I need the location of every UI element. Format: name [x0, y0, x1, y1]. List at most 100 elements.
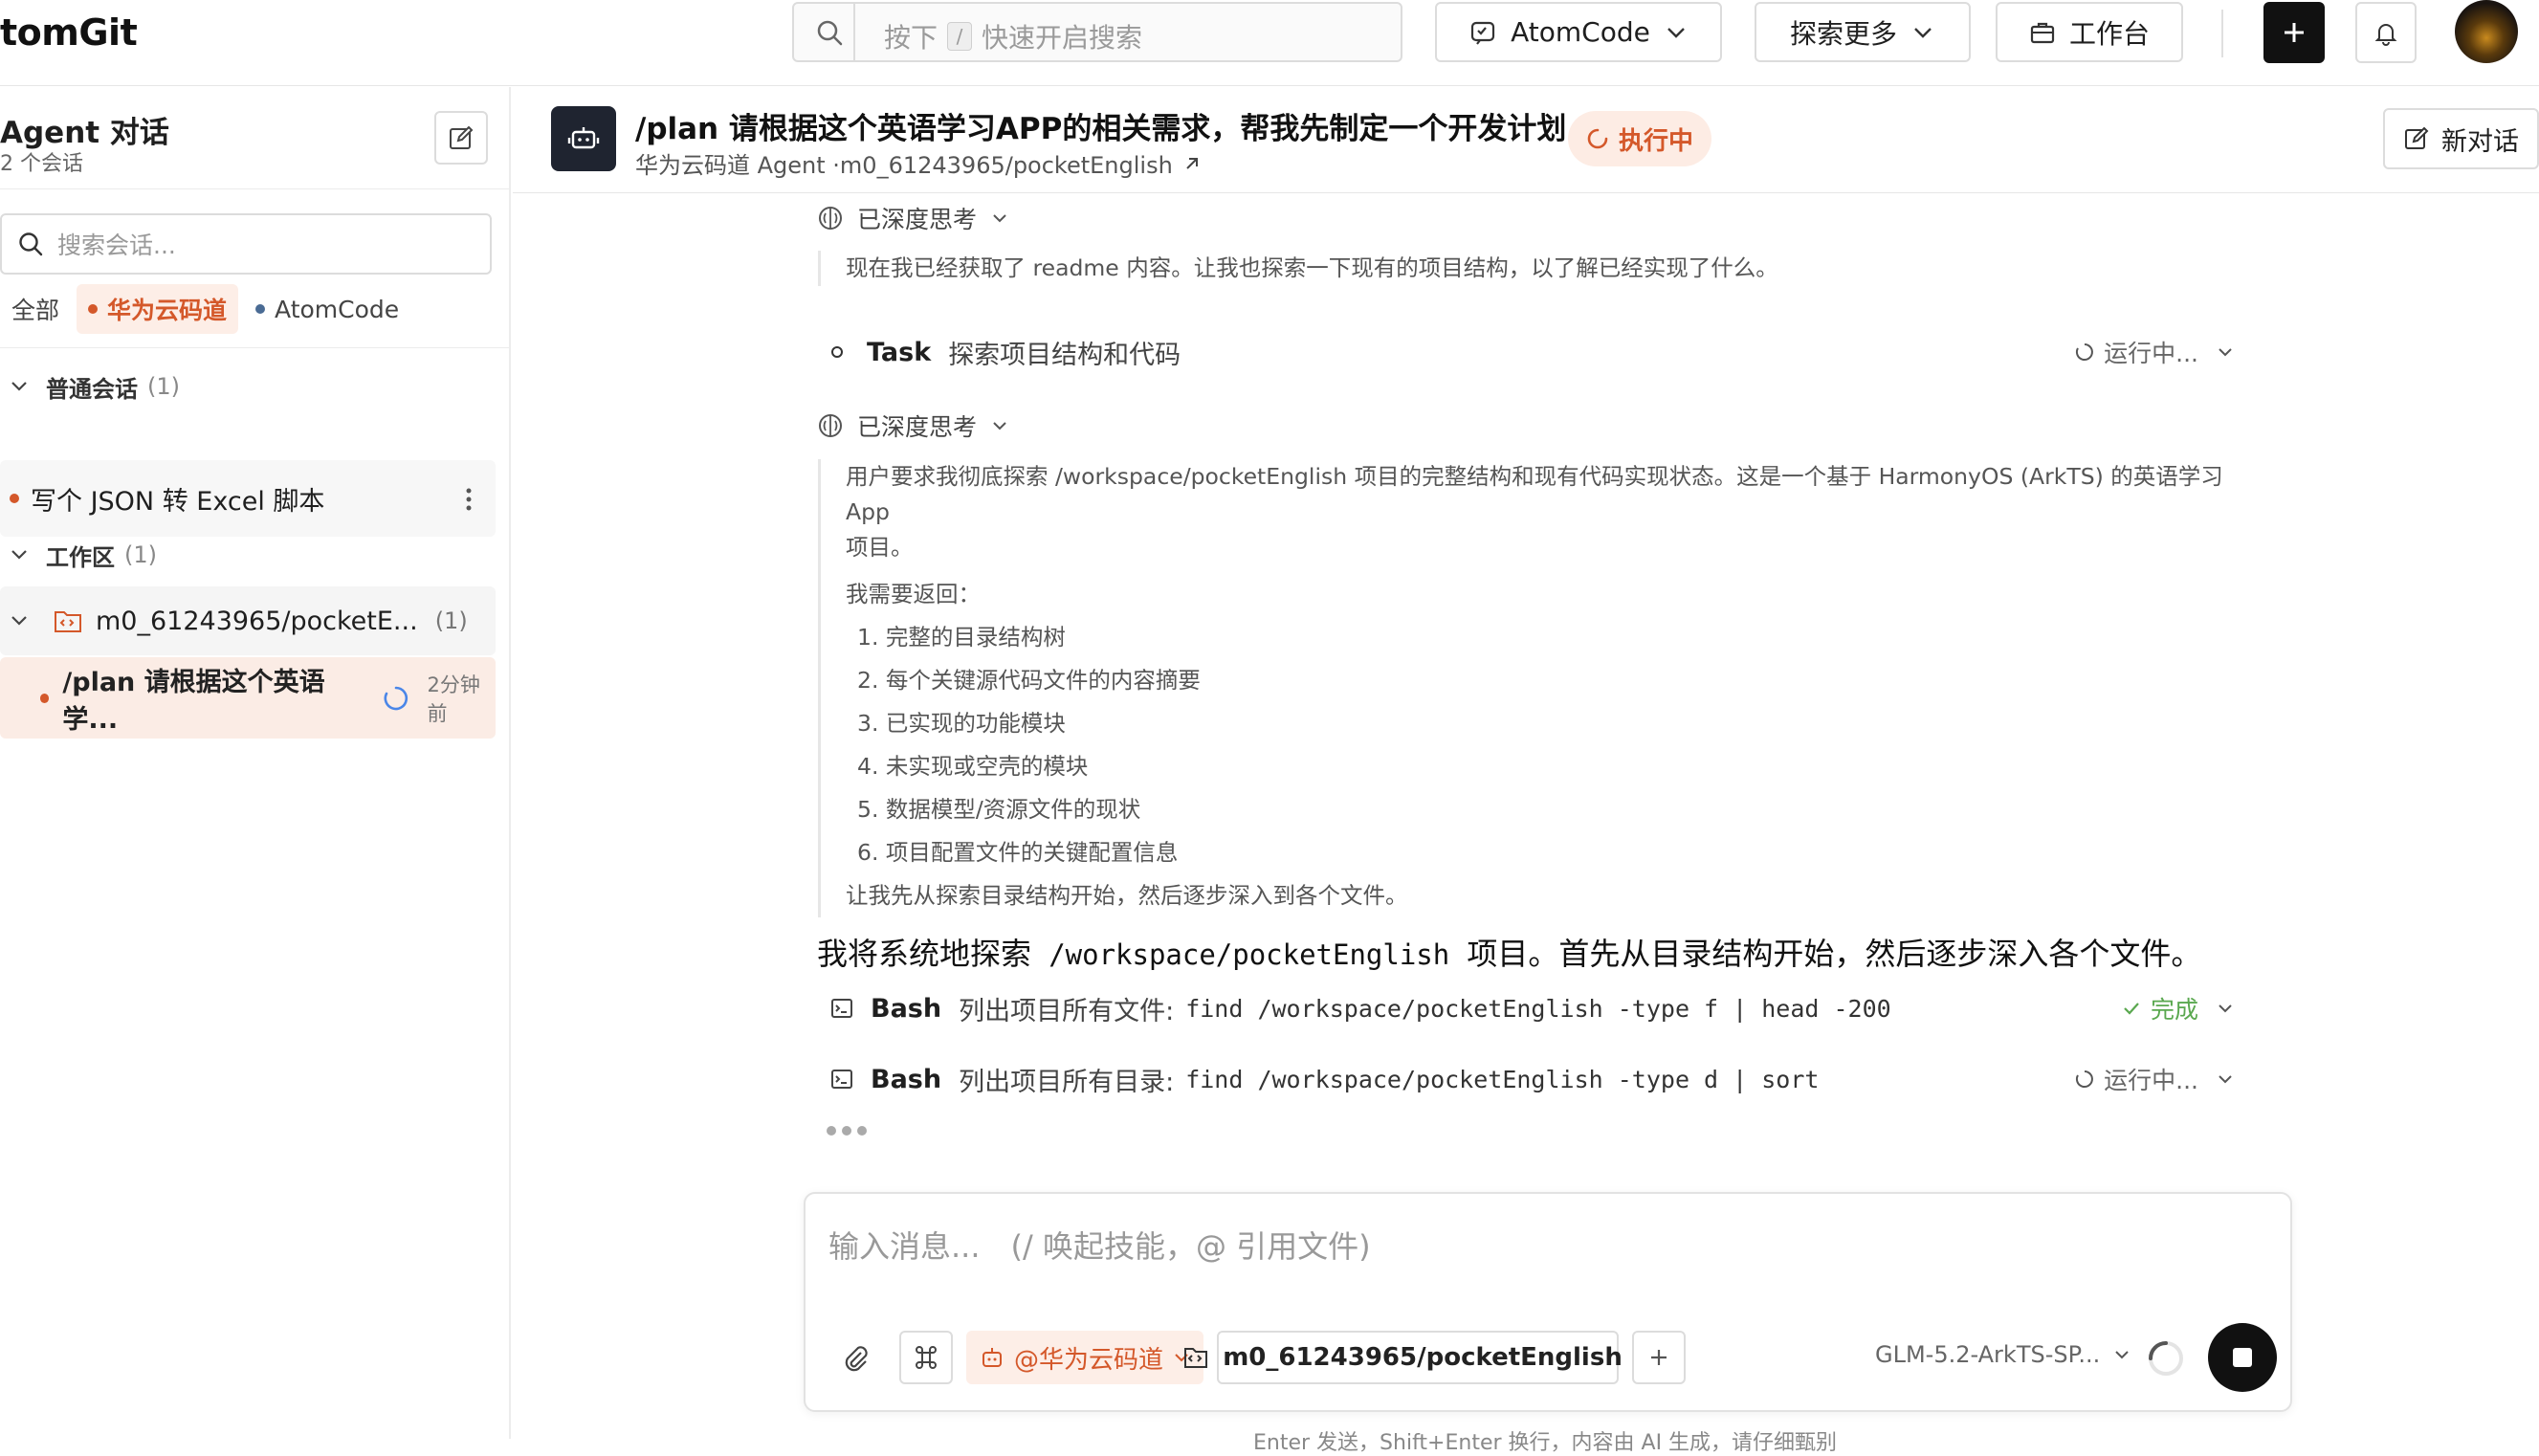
conversation-header: /plan 请根据这个英语学习APP的相关需求，帮我先制定一个开发计划 华为云码…	[513, 87, 2539, 193]
thinking-toggle[interactable]: 已深度思考	[817, 201, 1009, 235]
tool-status: 完成	[2122, 991, 2235, 1026]
loading-spinner-icon	[383, 685, 409, 712]
stop-icon	[2231, 1346, 2254, 1369]
repo-selector[interactable]: m0_61243965/pocketEnglish	[1184, 1331, 1651, 1384]
bash-item[interactable]: Bash 列出项目所有文件: find /workspace/pocketEng…	[830, 984, 2235, 1032]
robot-icon	[551, 106, 616, 171]
session-filters: 全部 华为云码道 AtomCode	[0, 284, 410, 334]
status-badge: 执行中	[1568, 111, 1711, 166]
tool-description: 列出项目所有目录:	[959, 1067, 1175, 1097]
status-dot	[10, 494, 19, 503]
conversation-title-dropdown[interactable]: /plan 请根据这个英语学习APP的相关需求，帮我先制定一个开发计划	[635, 104, 1601, 147]
status-text: 运行中...	[2104, 1067, 2198, 1094]
repo-count: (1)	[434, 607, 468, 634]
filter-atomcode[interactable]: AtomCode	[244, 284, 410, 334]
workspace-conversation-item[interactable]: /plan 请根据这个英语学... 2分钟前	[0, 657, 496, 739]
inline-code: /workspace/pocketEnglish	[1049, 938, 1450, 971]
conversation-item[interactable]: 写个 JSON 转 Excel 脚本	[0, 460, 496, 537]
briefcase-icon	[2029, 19, 2056, 46]
thinking-list-item: 2. 每个关键源代码文件的内容摘要	[857, 667, 1201, 694]
global-search[interactable]: 按下 / 快速开启搜索	[792, 2, 1402, 62]
notifications-button[interactable]	[2355, 2, 2417, 63]
conversation-subtitle[interactable]: 华为云码道 Agent ·m0_61243965/pocketEnglish	[635, 146, 1202, 180]
robot-icon	[980, 1345, 1005, 1370]
conversation-time: 2分钟前	[427, 673, 480, 725]
session-search-input[interactable]: 搜索会话...	[0, 213, 492, 275]
loading-spinner-icon	[2075, 342, 2094, 362]
explore-more-dropdown[interactable]: 探索更多	[1755, 2, 1971, 62]
chevron-down-icon	[2216, 999, 2235, 1018]
composer-hint: Enter 发送，Shift+Enter 换行，内容由 AI 生成，请仔细甄别	[1253, 1431, 1838, 1455]
thinking-list-item: 5. 数据模型/资源文件的现状	[857, 796, 1141, 823]
conversation-title: /plan 请根据这个英语学...	[62, 667, 325, 735]
status-text: 执行中	[1618, 126, 1693, 156]
subtitle-text: 华为云码道 Agent ·m0_61243965/pocketEnglish	[635, 152, 1173, 179]
thinking-list-item: 4. 未实现或空壳的模块	[857, 753, 1089, 780]
task-type: Task	[867, 337, 932, 367]
workbench-label: 工作台	[2068, 17, 2150, 50]
group-workspace[interactable]: 工作区 (1)	[0, 533, 157, 577]
create-button[interactable]	[2263, 2, 2325, 63]
tool-type: Bash	[871, 993, 942, 1024]
sidebar-divider	[0, 347, 511, 348]
status-text: 运行中...	[2104, 340, 2198, 367]
thinking-line: 用户要求我彻底探索 /workspace/pocketEnglish 项目的完整…	[846, 463, 2223, 525]
stop-button[interactable]	[2208, 1323, 2277, 1392]
terminal-icon	[830, 997, 853, 1020]
model-selector[interactable]: GLM-5.2-ArkTS-SP...	[1875, 1341, 2131, 1368]
search-icon	[17, 231, 44, 257]
paperclip-icon[interactable]	[840, 1343, 871, 1374]
chevron-down-icon	[10, 611, 29, 630]
thinking-content: 用户要求我彻底探索 /workspace/pocketEnglish 项目的完整…	[818, 459, 2253, 917]
search-divider	[853, 4, 855, 60]
edit-icon	[2403, 125, 2430, 152]
plus-icon	[2281, 19, 2307, 46]
session-count: 2 个会话	[0, 152, 83, 176]
terminal-icon	[830, 1068, 853, 1091]
search-icon	[815, 18, 844, 47]
agent-selector[interactable]: @华为云码道	[966, 1331, 1203, 1384]
atomcode-dropdown[interactable]: AtomCode	[1435, 2, 1722, 62]
atomgit-logo[interactable]: tomGit	[0, 11, 138, 54]
repo-label: m0_61243965/pocketEnglish	[1223, 1343, 1623, 1372]
assistant-message: 我将系统地探索 /workspace/pocketEnglish 项目。首先从目…	[817, 936, 2202, 972]
filter-all[interactable]: 全部	[0, 284, 71, 334]
thinking-toggle[interactable]: 已深度思考	[817, 408, 1009, 443]
thinking-line: 项目。	[846, 534, 914, 561]
message-input[interactable]: 输入消息... (/ 唤起技能，@ 引用文件)	[828, 1223, 1371, 1267]
brain-icon	[817, 412, 844, 439]
chevron-down-icon	[2216, 342, 2235, 362]
add-context-button[interactable]	[1632, 1331, 1686, 1384]
top-bar: tomGit 按下 / 快速开启搜索 AtomCode 探索更多 工作台	[0, 0, 2539, 86]
group-count: (1)	[124, 541, 157, 568]
session-search-placeholder: 搜索会话...	[57, 232, 176, 259]
group-label: 普通会话	[46, 375, 138, 403]
group-count: (1)	[147, 373, 180, 400]
tool-status: 运行中...	[2075, 1062, 2235, 1096]
tool-type: Bash	[871, 1064, 942, 1094]
filter-huawei[interactable]: 华为云码道	[77, 284, 239, 334]
page-title: /plan 请根据这个英语学习APP的相关需求，帮我先制定一个开发计划	[635, 112, 1567, 146]
workbench-button[interactable]: 工作台	[1996, 2, 2183, 62]
group-normal-sessions[interactable]: 普通会话 (1)	[0, 364, 180, 408]
new-session-button[interactable]	[434, 111, 488, 165]
typing-indicator-icon	[825, 1124, 869, 1137]
more-options-icon[interactable]	[465, 487, 473, 512]
thinking-content: 现在我已经获取了 readme 内容。让我也探索一下现有的项目结构，以了解已经实…	[818, 251, 2234, 286]
repo-icon	[1182, 1344, 1209, 1371]
status-dot	[40, 693, 50, 703]
thinking-list-item: 3. 已实现的功能模块	[857, 710, 1066, 737]
user-avatar[interactable]	[2455, 0, 2518, 63]
tool-description: 列出项目所有文件:	[959, 996, 1175, 1026]
command-button[interactable]	[899, 1331, 953, 1384]
status-text: 完成	[2150, 996, 2198, 1024]
search-placeholder: 按下 / 快速开启搜索	[884, 22, 1143, 54]
loading-spinner-icon	[2075, 1070, 2094, 1089]
new-chat-button[interactable]: 新对话	[2383, 108, 2539, 169]
plus-icon	[1647, 1346, 1670, 1369]
explore-label: 探索更多	[1789, 17, 1897, 50]
task-item[interactable]: Task 探索项目结构和代码 运行中...	[830, 328, 2235, 376]
bash-item[interactable]: Bash 列出项目所有目录: find /workspace/pocketEng…	[830, 1055, 2235, 1103]
workspace-repo-item[interactable]: m0_61243965/pocketE... (1)	[0, 586, 496, 655]
thinking-list-item: 6. 项目配置文件的关键配置信息	[857, 839, 1179, 866]
